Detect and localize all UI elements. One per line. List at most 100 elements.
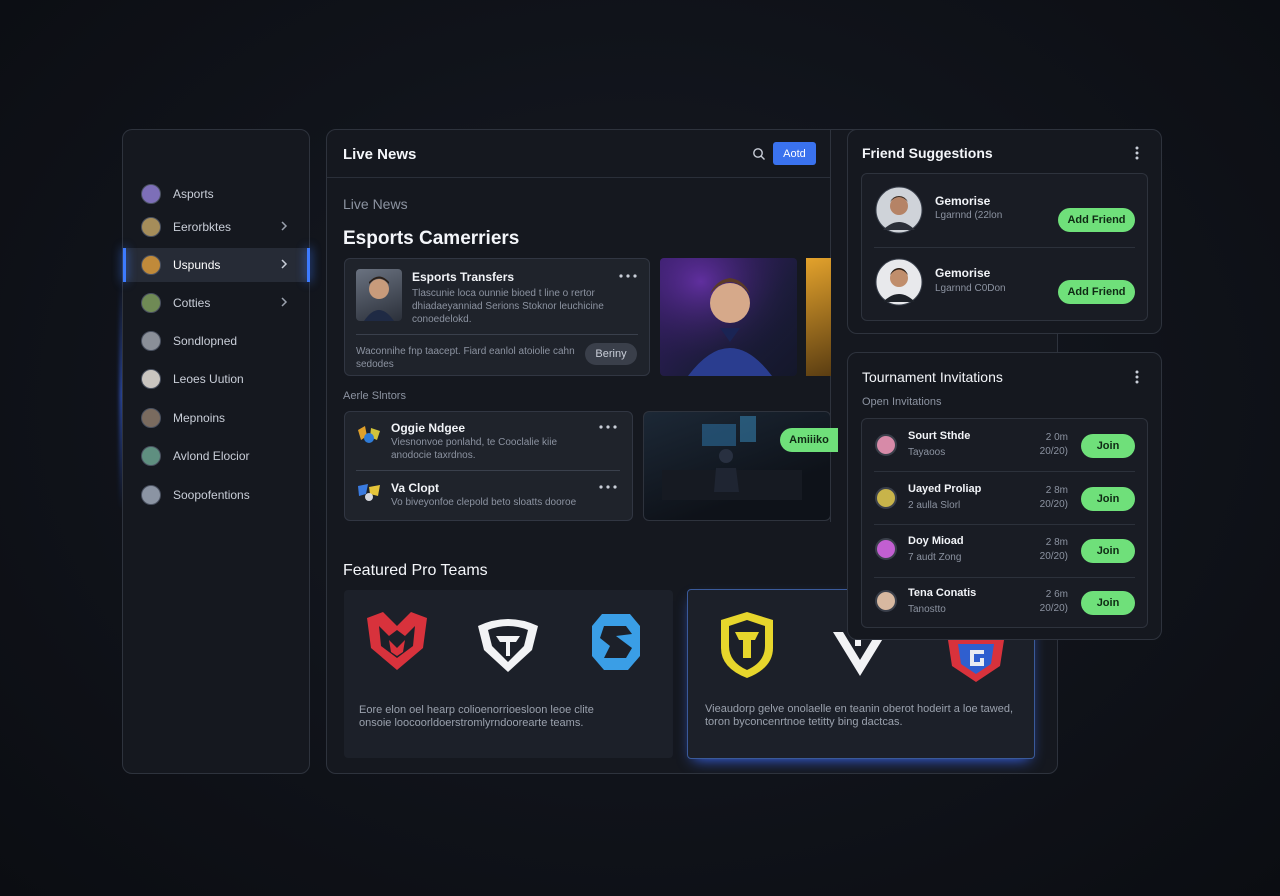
sidebar-item-leoes-uution[interactable]: Leoes Uution <box>123 362 309 396</box>
search-icon[interactable] <box>752 147 766 161</box>
tournament-sub: Tayaoos <box>908 447 946 458</box>
section-label: Live News <box>343 196 408 212</box>
add-friend-button[interactable]: Add Friend <box>1058 280 1135 304</box>
tournament-icon <box>875 434 897 456</box>
join-button[interactable]: Join <box>1081 487 1135 511</box>
list-item: Sourt Sthde Tayaoos 2 0m 20/20) Join <box>862 419 1147 471</box>
sidebar-item-avlond-elocior[interactable]: Avlond Elocior <box>123 439 309 473</box>
more-icon[interactable] <box>598 424 618 430</box>
tournament-slots: 20/20) <box>1039 499 1068 510</box>
chevron-right-icon <box>281 259 288 269</box>
transfer-card-body: Tlascunie loca ounnie bioed t line o rer… <box>412 288 604 325</box>
team-logo-icon <box>358 426 380 443</box>
sidebar-item-uspunds[interactable]: Uspunds <box>123 248 310 282</box>
tournament-sub: Tanostto <box>908 604 946 615</box>
transfer-card-footer: Waconnihe fnp taacept. Fiard eanlol atoi… <box>356 346 575 370</box>
news-item-body: Vo biveyonfoe clepold beto sloatts dooro… <box>391 497 577 508</box>
tournament-time: 2 8m <box>1045 485 1068 496</box>
sidebar-item-label: Leoes Uution <box>173 372 244 386</box>
sidebar-item-label: Eerorbktes <box>173 220 232 234</box>
tournament-time: 2 8m <box>1045 537 1068 548</box>
news-item-title: Oggie Ndgee <box>391 421 466 435</box>
list-item: Gemorise Lgarnnd (22lon Add Friend <box>862 174 1147 246</box>
sidebar-item-eerorbktes[interactable]: Eerorbktes <box>123 210 309 244</box>
friend-meta: Lgarnnd (22lon <box>935 210 1003 221</box>
avatar <box>141 331 161 351</box>
avatar <box>875 258 923 306</box>
tournaments-subtitle: Open Invitations <box>862 396 942 408</box>
white-shield-logo <box>478 619 538 672</box>
sidebar-item-cotties[interactable]: Cotties <box>123 286 309 320</box>
list-item[interactable]: Va Clopt Vo biveyonfoe clepold beto sloa… <box>345 472 632 520</box>
tournament-slots: 20/20) <box>1039 603 1068 614</box>
friend-suggestions-panel: Friend Suggestions Gemorise Lgarnnd (22l… <box>847 129 1162 334</box>
list-item: Uayed Proliap 2 aulla Slorl 2 8m 20/20) … <box>862 472 1147 524</box>
more-icon[interactable] <box>618 273 638 279</box>
more-vertical-icon[interactable] <box>1134 145 1140 161</box>
list-item[interactable]: Oggie Ndgee Viesnonvoe ponlahd, te Coocl… <box>345 412 632 468</box>
sidebar-item-mepnoins[interactable]: Mepnoins <box>123 401 309 435</box>
news-item-body: Viesnonvoe ponlahd, te Cooclalie kiie an… <box>391 437 558 461</box>
tournament-icon <box>875 590 897 612</box>
friends-title: Friend Suggestions <box>862 145 993 161</box>
sidebar-item-label: Cotties <box>173 296 211 310</box>
player-hero-image-partial[interactable] <box>806 258 831 376</box>
tournament-time: 2 6m <box>1045 589 1068 600</box>
list-item: Gemorise Lgarnnd C0Don Add Friend <box>862 248 1147 320</box>
transfer-card-title: Esports Transfers <box>412 270 515 284</box>
arena-button[interactable]: Amiiiko <box>780 428 838 452</box>
tournament-time: 2 0m <box>1045 432 1068 443</box>
add-friend-button[interactable]: Add Friend <box>1058 208 1135 232</box>
sidebar-item-label: Mepnoins <box>173 411 226 425</box>
friend-name: Gemorise <box>935 266 991 280</box>
sidebar-item-soopofentions[interactable]: Soopofentions <box>123 478 309 512</box>
sidebar-item-label: Sondlopned <box>173 334 238 348</box>
yellow-crest-logo <box>721 612 773 678</box>
player-hero-image[interactable] <box>660 258 797 376</box>
avatar <box>875 186 923 234</box>
tournament-sub: 7 audt Zong <box>908 552 962 563</box>
join-button[interactable]: Join <box>1081 434 1135 458</box>
more-icon[interactable] <box>598 484 618 490</box>
divider <box>356 470 620 471</box>
team-card-caption: Eore elon oel hearp colioenorrioesloon l… <box>359 704 594 729</box>
sidebar-item-label: Uspunds <box>173 258 221 272</box>
section-heading: Esports Camerriers <box>343 228 520 249</box>
more-vertical-icon[interactable] <box>1134 369 1140 385</box>
sidebar-item-label: Asports <box>173 187 214 201</box>
tournaments-title: Tournament Invitations <box>862 369 1003 385</box>
join-button[interactable]: Join <box>1081 539 1135 563</box>
sidebar-item-label: Soopofentions <box>173 488 250 502</box>
invitations-list: Sourt Sthde Tayaoos 2 0m 20/20) Join Uay… <box>861 418 1148 628</box>
news-item-title: Va Clopt <box>391 481 440 495</box>
sidebar-item-sondlopned[interactable]: Sondlopned <box>123 324 309 358</box>
subsection-label: Aerle Slntors <box>343 390 406 402</box>
avatar <box>141 408 161 428</box>
avatar <box>141 293 161 313</box>
divider <box>356 334 638 335</box>
blue-team-logo <box>592 614 640 670</box>
avatar <box>141 217 161 237</box>
team-logo-icon <box>358 484 380 501</box>
join-button[interactable]: Join <box>1081 591 1135 615</box>
friend-name: Gemorise <box>935 194 991 208</box>
avatar <box>141 184 161 204</box>
sidebar-item-label: Avlond Elocior <box>173 449 250 463</box>
team-card-caption: Vieaudorp gelve onolaelle en teanin ober… <box>705 703 1014 728</box>
transfer-card[interactable]: Esports Transfers Tlascunie loca ounnie … <box>344 258 650 376</box>
team-card[interactable]: Eore elon oel hearp colioenorrioesloon l… <box>344 590 673 758</box>
tournament-name: Doy Mioad <box>908 535 964 547</box>
friend-meta: Lgarnnd C0Don <box>935 283 1006 294</box>
player-photo <box>356 269 402 321</box>
avatar <box>141 255 161 275</box>
sidebar-item-asports[interactable]: Asports <box>123 177 309 211</box>
news-list-card: Oggie Ndgee Viesnonvoe ponlahd, te Coocl… <box>344 411 633 521</box>
transfer-card-button[interactable]: Beriny <box>585 343 637 365</box>
featured-title: Featured Pro Teams <box>343 562 488 579</box>
tournament-slots: 20/20) <box>1039 446 1068 457</box>
tournament-name: Tena Conatis <box>908 587 977 599</box>
tournament-slots: 20/20) <box>1039 551 1068 562</box>
tournament-invitations-panel: Tournament Invitations Open Invitations … <box>847 352 1162 640</box>
add-button[interactable]: Aotd <box>773 142 816 165</box>
tournament-icon <box>875 538 897 560</box>
